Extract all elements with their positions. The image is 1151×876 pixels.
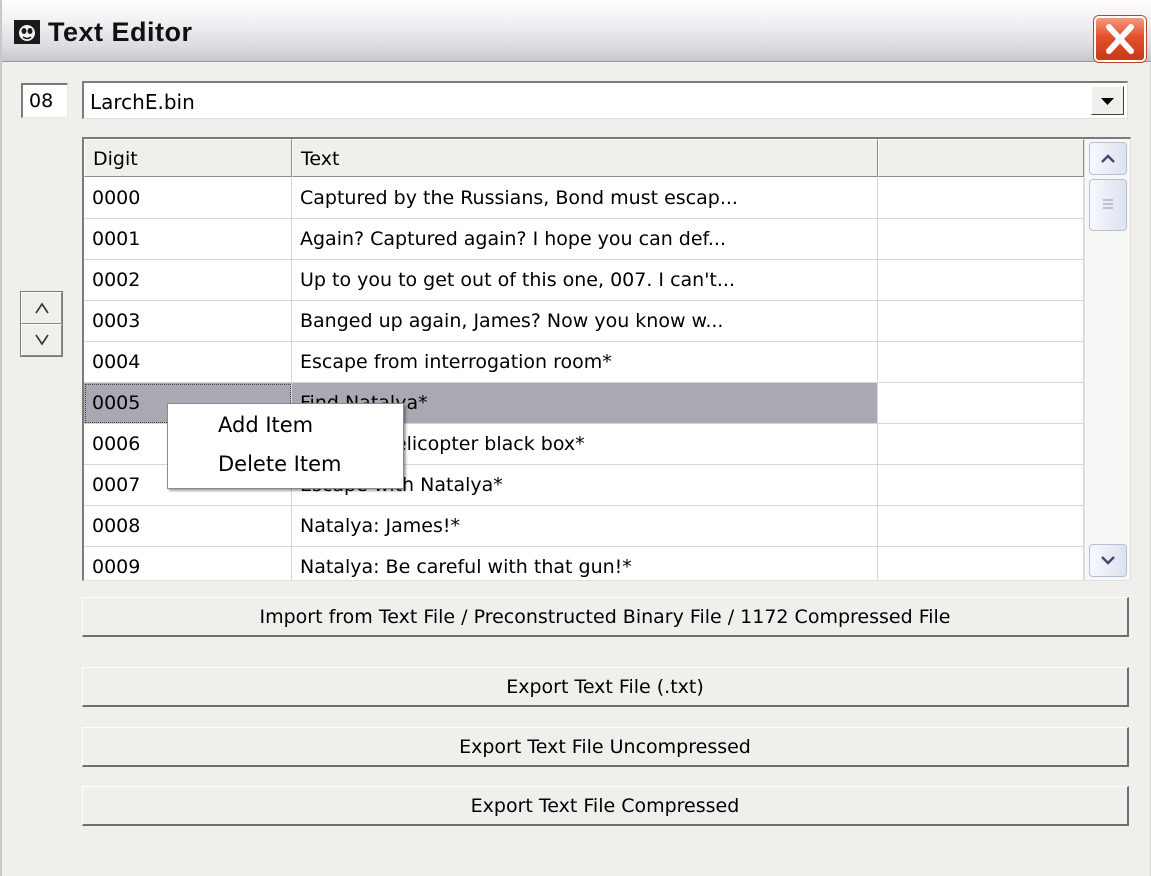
extra-cell [878,178,1084,219]
menu-item-delete-item[interactable]: Delete Item [168,448,403,482]
chevron-up-icon [35,302,49,314]
context-menu: Add Item Delete Item [167,403,404,489]
scroll-down-icon [1101,556,1115,565]
digit-cell: 0003 [84,301,292,342]
digit-cell: 0009 [84,547,292,580]
scroll-down-button[interactable] [1089,544,1127,577]
title-bar[interactable]: Text Editor [2,0,1151,62]
extra-cell [878,219,1084,260]
move-up-button[interactable] [21,292,62,324]
extra-cell [878,424,1084,465]
table-header: Digit Text [84,139,1084,178]
text-cell: Natalya: Be careful with that gun!* [292,547,878,580]
index-field[interactable]: 08 [21,83,68,118]
vertical-scrollbar[interactable] [1084,139,1130,580]
export-uncompressed-button[interactable]: Export Text File Uncompressed [82,727,1129,767]
import-button[interactable]: Import from Text File / Preconstructed B… [82,597,1129,637]
table-row[interactable]: 0008 Natalya: James!* [84,506,1084,547]
column-header-digit[interactable]: Digit [84,139,292,177]
app-icon [14,20,40,44]
extra-cell [878,383,1084,424]
text-cell: Again? Captured again? I hope you can de… [292,219,878,260]
extra-cell [878,260,1084,301]
scroll-up-button[interactable] [1089,142,1127,175]
digit-cell: 0008 [84,506,292,547]
column-header-extra[interactable] [878,139,1084,177]
text-cell: Natalya: James!* [292,506,878,547]
file-combobox-value: LarchE.bin [90,90,195,114]
text-editor-window: Text Editor 08 LarchE.bin Digit Text 000… [0,0,1151,876]
extra-cell [878,547,1084,580]
chevron-down-icon [35,334,49,346]
digit-cell: 0001 [84,219,292,260]
combobox-dropdown-button[interactable] [1091,86,1124,115]
extra-cell [878,465,1084,506]
close-button[interactable] [1094,16,1146,62]
chevron-down-icon [1101,98,1114,105]
extra-cell [878,506,1084,547]
scroll-thumb[interactable] [1089,179,1127,231]
reorder-spinner [20,291,63,357]
digit-cell: 0000 [84,178,292,219]
text-cell: Up to you to get out of this one, 007. I… [292,260,878,301]
close-icon [1106,24,1134,54]
table-row[interactable]: 0009 Natalya: Be careful with that gun!* [84,547,1084,580]
text-cell: Banged up again, James? Now you know w..… [292,301,878,342]
table-row[interactable]: 0002 Up to you to get out of this one, 0… [84,260,1084,301]
text-cell: Captured by the Russians, Bond must esca… [292,178,878,219]
move-down-button[interactable] [21,324,62,356]
table-row[interactable]: 0000 Captured by the Russians, Bond must… [84,178,1084,219]
table-row[interactable]: 0004 Escape from interrogation room* [84,342,1084,383]
scroll-up-icon [1101,154,1115,163]
window-title: Text Editor [48,17,193,47]
table-row[interactable]: 0003 Banged up again, James? Now you kno… [84,301,1084,342]
menu-item-add-item[interactable]: Add Item [168,409,403,443]
text-cell: Escape from interrogation room* [292,342,878,383]
digit-cell: 0004 [84,342,292,383]
extra-cell [878,342,1084,383]
file-combobox[interactable]: LarchE.bin [82,81,1128,119]
grip-icon [1103,199,1113,209]
extra-cell [878,301,1084,342]
column-header-text[interactable]: Text [292,139,878,177]
digit-cell: 0002 [84,260,292,301]
table-row[interactable]: 0001 Again? Captured again? I hope you c… [84,219,1084,260]
export-compressed-button[interactable]: Export Text File Compressed [82,786,1129,826]
export-txt-button[interactable]: Export Text File (.txt) [82,667,1129,707]
text-table[interactable]: Digit Text 0000 Captured by the Russians… [82,137,1131,581]
